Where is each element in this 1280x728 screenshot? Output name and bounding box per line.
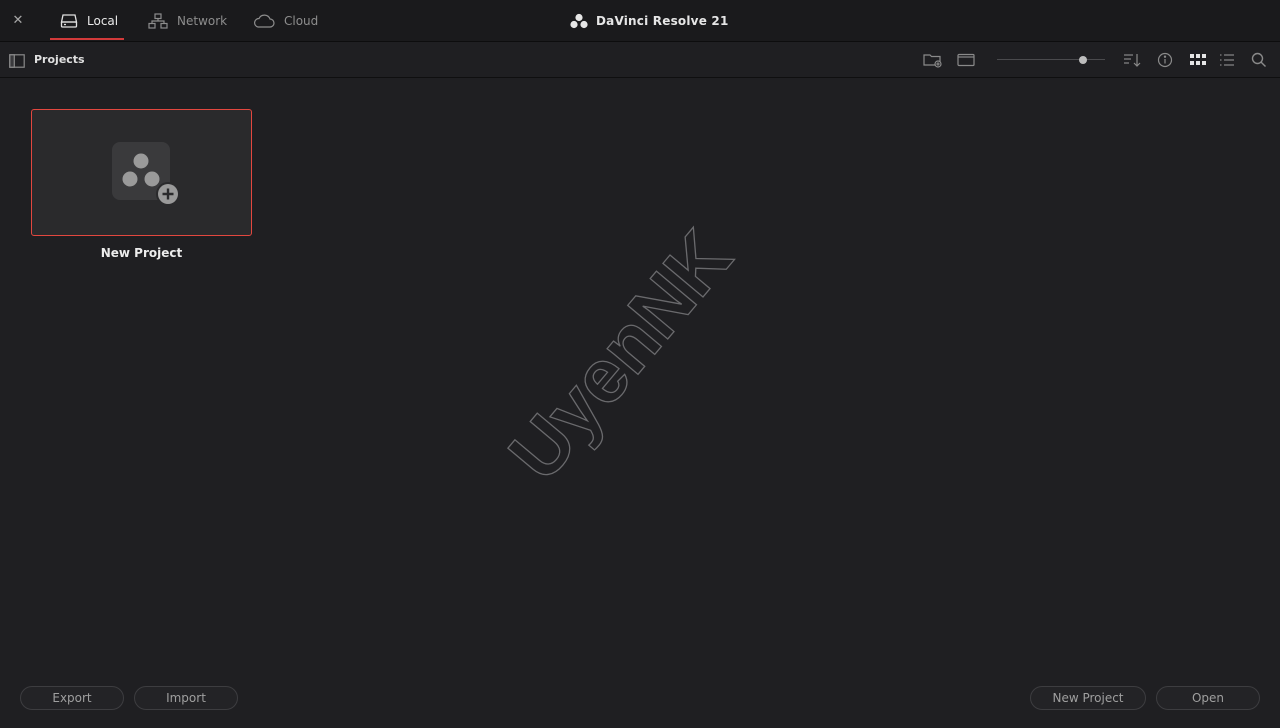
search-icon[interactable] <box>1249 51 1269 69</box>
panel-toggle-icon[interactable] <box>9 53 25 68</box>
title-bar: ✕ Local Network Cloud DaVinci Resolve 21 <box>0 0 1280 42</box>
new-project-icon <box>112 142 182 212</box>
info-icon[interactable] <box>1155 51 1175 69</box>
close-button[interactable]: ✕ <box>8 11 28 31</box>
close-icon: ✕ <box>12 13 24 28</box>
tab-network-label: Network <box>177 13 228 28</box>
bin-icon[interactable] <box>956 51 976 69</box>
davinci-logo-icon <box>570 13 588 29</box>
watermark: UyenNK <box>492 222 749 497</box>
drive-icon <box>60 13 78 29</box>
import-button[interactable]: Import <box>134 686 238 710</box>
tab-cloud[interactable]: Cloud <box>253 0 318 41</box>
new-project-card[interactable] <box>31 109 252 236</box>
projects-toolbar: Projects <box>0 42 1280 78</box>
tab-network[interactable]: Network <box>148 0 227 41</box>
app-title: DaVinci Resolve 21 <box>570 0 729 41</box>
new-project-button[interactable]: New Project <box>1030 686 1146 710</box>
zoom-slider-knob[interactable] <box>1079 56 1088 64</box>
new-project-card-label: New Project <box>100 246 183 260</box>
cloud-icon <box>253 14 275 28</box>
watermark-text: UyenNK <box>493 222 748 496</box>
page-title: Projects <box>34 53 85 66</box>
tab-local[interactable]: Local <box>50 0 124 41</box>
tab-local-label: Local <box>87 13 119 28</box>
sort-icon[interactable] <box>1122 51 1142 69</box>
list-view-icon[interactable] <box>1217 51 1237 69</box>
network-icon <box>148 12 168 29</box>
zoom-slider-track <box>997 59 1105 60</box>
zoom-slider[interactable] <box>997 56 1105 64</box>
open-button[interactable]: Open <box>1156 686 1260 710</box>
tab-cloud-label: Cloud <box>284 13 319 28</box>
new-folder-icon[interactable] <box>923 51 943 69</box>
app-title-text: DaVinci Resolve 21 <box>596 13 729 28</box>
grid-view-icon[interactable] <box>1188 51 1208 69</box>
export-button[interactable]: Export <box>20 686 124 710</box>
